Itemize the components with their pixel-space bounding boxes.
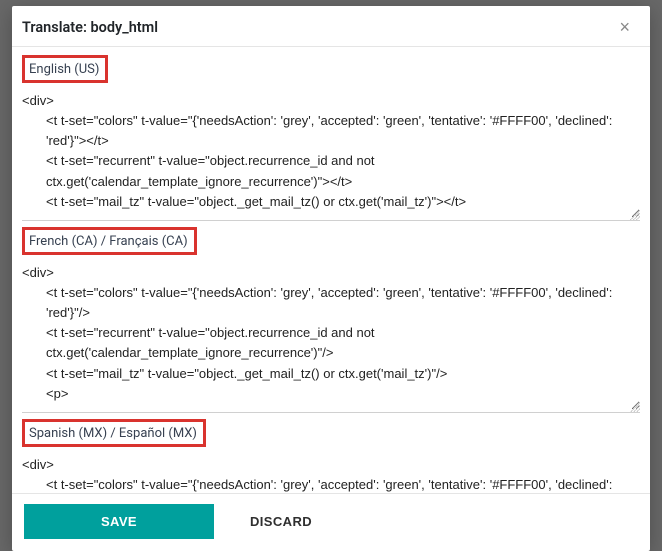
code-line: <p>: [22, 384, 636, 404]
code-line: <t t-set="recurrent" t-value="object.rec…: [22, 323, 636, 363]
code-line: <t t-set="colors" t-value="{'needsAction…: [22, 475, 636, 493]
modal-title: Translate: body_html: [22, 19, 158, 36]
modal-header: Translate: body_html ×: [12, 6, 650, 47]
language-block: French (CA) / Français (CA) <div> <t t-set…: [22, 227, 640, 413]
code-line: <div>: [22, 457, 54, 472]
resize-handle-icon[interactable]: [630, 402, 640, 412]
code-line: <t t-set="recurrent" t-value="object.rec…: [22, 151, 636, 191]
code-line: <t t-set="mail_tz" t-value="object._get_…: [22, 192, 636, 212]
language-label: French (CA) / Français (CA): [22, 227, 197, 255]
language-label: English (US): [22, 55, 108, 83]
code-line: <div>: [22, 265, 54, 280]
code-line: <t t-set="colors" t-value="{'needsAction…: [22, 111, 636, 151]
translation-field-wrapper: <div> <t t-set="colors" t-value="{'needsA…: [22, 87, 640, 221]
translate-modal: Translate: body_html × English (US) <div>…: [12, 6, 650, 551]
code-line: <div>: [22, 93, 54, 108]
resize-handle-icon[interactable]: [630, 210, 640, 220]
translation-field[interactable]: <div> <t t-set="colors" t-value="{'needsA…: [22, 259, 640, 410]
save-button[interactable]: SAVE: [24, 504, 214, 539]
code-line: <t t-set="mail_tz" t-value="object._get_…: [22, 364, 636, 384]
language-block: Spanish (MX) / Español (MX) <div> <t t-set…: [22, 419, 640, 493]
translation-field[interactable]: <div> <t t-set="colors" t-value="{'needsA…: [22, 451, 640, 493]
translation-field-wrapper: <div> <t t-set="colors" t-value="{'needsA…: [22, 259, 640, 413]
modal-footer: SAVE DISCARD: [12, 493, 650, 551]
close-icon[interactable]: ×: [615, 18, 634, 36]
translation-field[interactable]: <div> <t t-set="colors" t-value="{'needsA…: [22, 87, 640, 218]
discard-button[interactable]: DISCARD: [232, 504, 330, 539]
code-line: <t t-set="colors" t-value="{'needsAction…: [22, 283, 636, 323]
modal-body: English (US) <div> <t t-set="colors" t-val…: [12, 47, 650, 493]
language-label: Spanish (MX) / Español (MX): [22, 419, 206, 447]
translation-field-wrapper: <div> <t t-set="colors" t-value="{'needsA…: [22, 451, 640, 493]
language-block: English (US) <div> <t t-set="colors" t-val…: [22, 55, 640, 221]
